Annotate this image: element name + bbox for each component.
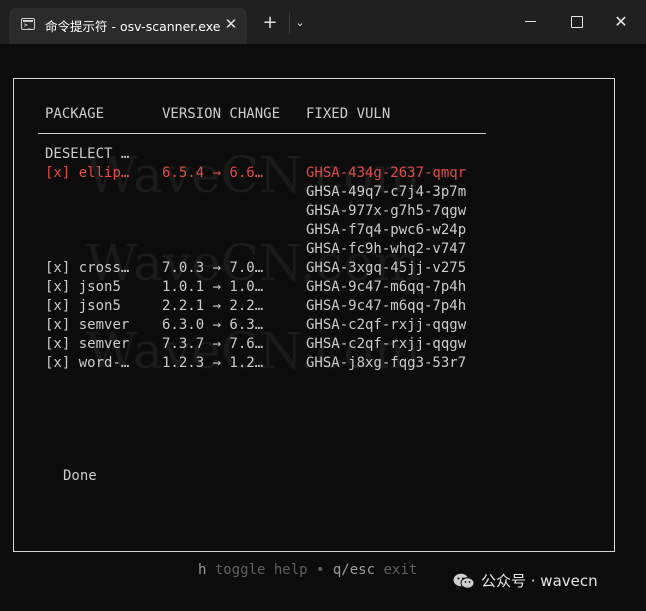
table-row[interactable]: [x] cross… 7.0.3 → 7.0… GHSA-3xgq-45jj-v… <box>0 259 646 278</box>
row-package: [x] word-… <box>45 355 130 371</box>
table-row[interactable]: [x] word-… 1.2.3 → 1.2… GHSA-j8xg-fqg3-5… <box>0 354 646 373</box>
row-vuln: GHSA-9c47-m6qq-7p4h <box>306 298 467 314</box>
wechat-icon <box>453 573 475 589</box>
tab-close-icon[interactable]: ✕ <box>222 14 240 34</box>
help-key: q/esc <box>324 562 376 578</box>
wechat-watermark: 公众号 · wavecn <box>453 570 598 591</box>
close-button[interactable]: ✕ <box>607 8 635 36</box>
row-vuln: GHSA-434g-2637-qmqr <box>306 165 467 181</box>
table-row[interactable]: [x] ellip… 6.5.4 → 6.6… GHSA-434g-2637-q… <box>0 164 646 183</box>
row-vuln: GHSA-3xgq-45jj-v275 <box>306 260 467 276</box>
row-vuln: GHSA-c2qf-rxjj-qqgw <box>306 336 467 352</box>
wechat-label: 公众号 · wavecn <box>481 572 598 590</box>
row-package: [x] json5 <box>45 298 121 314</box>
row-package: [x] json5 <box>45 279 121 295</box>
minimize-icon <box>525 21 536 22</box>
table-row[interactable]: [x] json5 1.0.1 → 1.0… GHSA-9c47-m6qq-7p… <box>0 278 646 297</box>
row-version: 6.3.0 → 6.3… <box>162 317 264 333</box>
done-button[interactable]: Done <box>63 467 97 486</box>
row-package: [x] semver <box>45 317 130 333</box>
table-row[interactable]: [x] semver 6.3.0 → 6.3… GHSA-c2qf-rxjj-q… <box>0 316 646 335</box>
header-divider <box>38 133 486 134</box>
tab-title: 命令提示符 - osv-scanner.exe <box>45 19 221 34</box>
row-version: 6.5.4 → 6.6… <box>162 165 264 181</box>
row-version: 7.3.7 → 7.6… <box>162 336 264 352</box>
table-row[interactable]: [x] semver 7.3.7 → 7.6… GHSA-c2qf-rxjj-q… <box>0 335 646 354</box>
row-version: 2.2.1 → 2.2… <box>162 298 264 314</box>
table-row[interactable]: [x] json5 2.2.1 → 2.2… GHSA-9c47-m6qq-7p… <box>0 297 646 316</box>
row-package: [x] cross… <box>45 260 130 276</box>
terminal-tab[interactable]: >_ 命令提示符 - osv-scanner.exe ✕ <box>9 8 247 44</box>
maximize-button[interactable] <box>562 8 590 36</box>
title-bar: >_ 命令提示符 - osv-scanner.exe ✕ + ⌄ ✕ <box>0 0 646 44</box>
terminal-area[interactable]: WaveCN.com WaveCN.com WaveCN.com PACKAGE… <box>0 44 646 611</box>
help-label: toggle help <box>206 562 317 578</box>
deselect-all-option[interactable]: DESELECT … <box>45 145 129 164</box>
row-vuln: GHSA-977x-g7h5-7qgw <box>306 203 467 219</box>
row-version: 1.2.3 → 1.2… <box>162 355 264 371</box>
row-vuln: GHSA-c2qf-rxjj-qqgw <box>306 317 467 333</box>
row-version: 7.0.3 → 7.0… <box>162 260 264 276</box>
header-version-change: VERSION CHANGE <box>162 106 281 122</box>
table-row-continuation: GHSA-f7q4-pwc6-w24p <box>0 221 646 240</box>
maximize-icon <box>571 16 583 28</box>
row-vuln: GHSA-49q7-c7j4-3p7m <box>306 184 467 200</box>
row-vuln: GHSA-j8xg-fqg3-53r7 <box>306 355 467 371</box>
new-tab-button[interactable]: + <box>260 12 280 34</box>
row-package: [x] semver <box>45 336 130 352</box>
table-row-continuation: GHSA-49q7-c7j4-3p7m <box>0 183 646 202</box>
row-version: 1.0.1 → 1.0… <box>162 279 264 295</box>
row-package: [x] ellip… <box>45 165 130 181</box>
terminal-icon: >_ <box>21 18 35 30</box>
help-bar: h toggle help • q/esc exit <box>198 562 417 578</box>
header-package: PACKAGE <box>45 106 105 122</box>
table-row-continuation: GHSA-fc9h-whq2-v747 <box>0 240 646 259</box>
table-row-continuation: GHSA-977x-g7h5-7qgw <box>0 202 646 221</box>
row-vuln: GHSA-f7q4-pwc6-w24p <box>306 222 467 238</box>
minimize-button[interactable] <box>516 8 544 36</box>
header-fixed-vuln: FIXED VULN <box>306 106 391 122</box>
row-vuln: GHSA-9c47-m6qq-7p4h <box>306 279 467 295</box>
row-vuln: GHSA-fc9h-whq2-v747 <box>306 241 467 257</box>
tab-dropdown-icon[interactable]: ⌄ <box>289 12 310 34</box>
help-label: exit <box>375 562 418 578</box>
